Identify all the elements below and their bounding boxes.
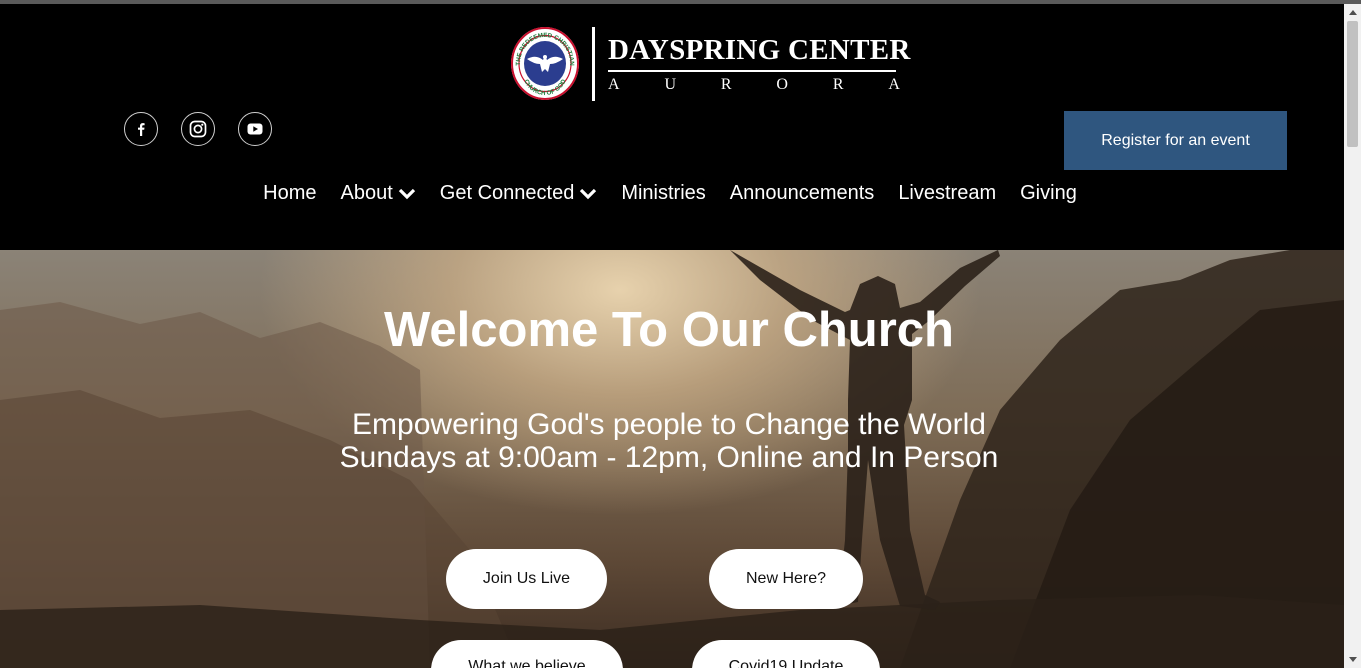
brand-subtitle-letter: A [608, 76, 620, 93]
brand-subtitle-letter: A [888, 76, 900, 93]
hero-title: Welcome To Our Church [384, 303, 954, 357]
what-we-believe-button[interactable]: What we believe [431, 640, 623, 668]
hero-section: Welcome To Our Church Empowering God's p… [0, 250, 1344, 668]
brand-subtitle-letter: O [776, 76, 788, 93]
brand-subtitle: A U R O R A [608, 76, 900, 94]
youtube-link[interactable] [238, 112, 272, 146]
chevron-down-icon [580, 188, 597, 199]
logo-rule [608, 70, 896, 72]
nav-item-home[interactable]: Home [263, 182, 316, 205]
scrollbar-thumb[interactable] [1347, 21, 1358, 147]
facebook-link[interactable] [124, 112, 158, 146]
hero-service-times: Sundays at 9:00am - 12pm, Online and In … [339, 441, 999, 474]
nav-item-label: Livestream [898, 182, 997, 204]
main-nav: Home About Get Connected Ministries Anno… [0, 182, 1344, 205]
join-us-live-button[interactable]: Join Us Live [446, 549, 607, 609]
nav-item-label: Ministries [621, 182, 706, 204]
hero-tagline: Empowering God's people to Change the Wo… [352, 408, 986, 441]
chevron-down-icon [398, 188, 415, 199]
site-header: THE REDEEMED CHRISTIAN CHURCH OF GOD DAY… [0, 4, 1344, 250]
page-scrollbar[interactable] [1344, 4, 1361, 668]
facebook-icon [138, 123, 145, 136]
register-event-button[interactable]: Register for an event [1064, 111, 1287, 170]
triangle-up-icon [1348, 10, 1357, 15]
instagram-link[interactable] [181, 112, 215, 146]
scroll-up-arrow[interactable] [1344, 4, 1361, 21]
triangle-down-icon [1348, 657, 1357, 662]
brand-subtitle-letter: R [720, 76, 732, 93]
nav-item-label: Announcements [729, 182, 875, 204]
nav-item-about[interactable]: About [341, 182, 416, 205]
brand-title: DAYSPRING CENTER [608, 34, 911, 66]
instagram-icon [189, 120, 207, 138]
nav-item-label: Giving [1020, 182, 1077, 204]
rccg-seal-logo: THE REDEEMED CHRISTIAN CHURCH OF GOD [511, 27, 579, 100]
nav-item-label: About [340, 182, 393, 204]
nav-item-announcements[interactable]: Announcements [730, 182, 875, 205]
nav-item-label: Get Connected [439, 182, 575, 204]
youtube-icon [247, 123, 263, 135]
new-here-button[interactable]: New Here? [709, 549, 863, 609]
nav-item-get-connected[interactable]: Get Connected [440, 182, 598, 205]
nav-item-livestream[interactable]: Livestream [898, 182, 996, 205]
nav-item-ministries[interactable]: Ministries [621, 182, 705, 205]
scroll-down-arrow[interactable] [1344, 651, 1361, 668]
nav-item-label: Home [263, 182, 317, 204]
logo-divider [592, 27, 595, 101]
nav-item-giving[interactable]: Giving [1020, 182, 1077, 205]
brand-subtitle-letter: U [664, 76, 676, 93]
brand-subtitle-letter: R [832, 76, 844, 93]
site-logo[interactable]: THE REDEEMED CHRISTIAN CHURCH OF GOD DAY… [510, 26, 910, 106]
covid-update-button[interactable]: Covid19 Update [692, 640, 880, 668]
